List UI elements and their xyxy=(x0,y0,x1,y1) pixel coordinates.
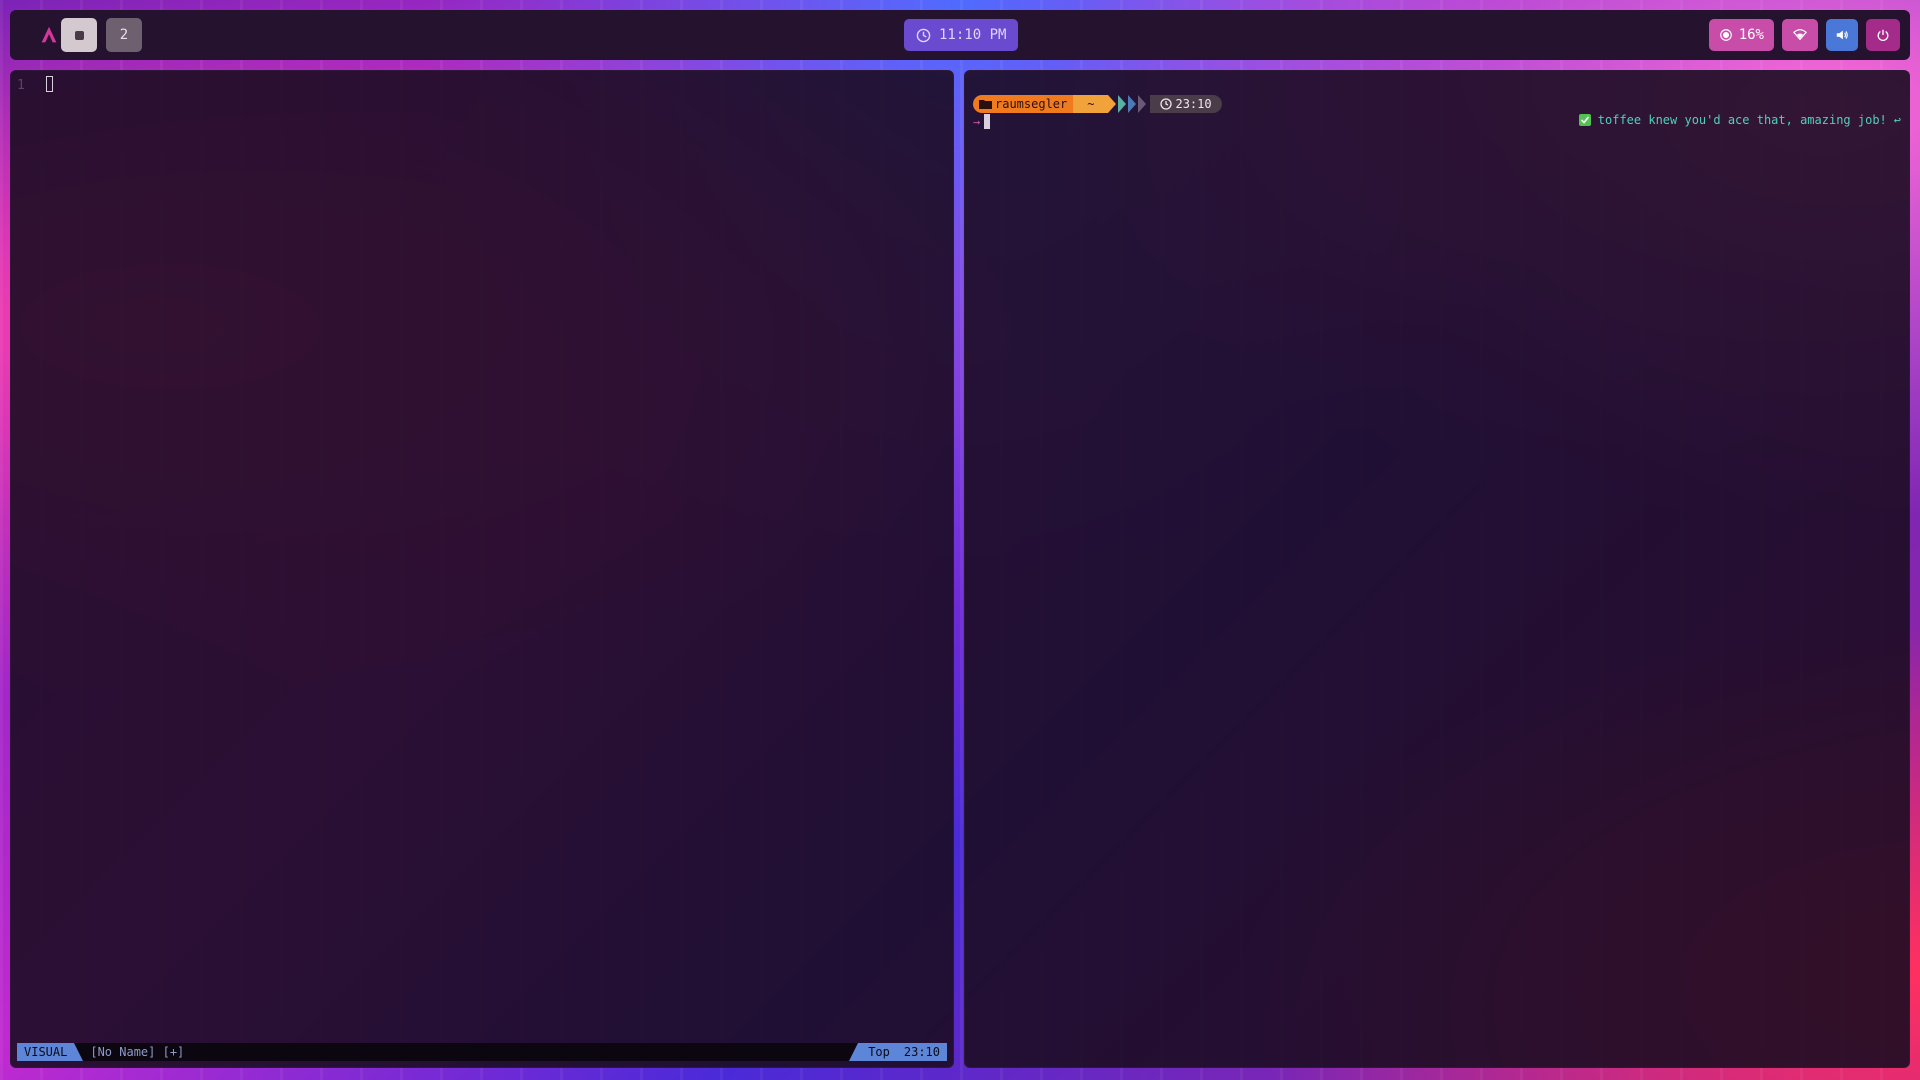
top-bar: 2 11:10 PM 16% xyxy=(10,10,1910,60)
clock-widget[interactable]: 11:10 PM xyxy=(904,19,1019,51)
prompt-path-segment: ~ xyxy=(1073,95,1117,113)
prompt-separator xyxy=(1128,95,1137,113)
prompt-arrow-icon: → xyxy=(973,114,981,129)
position-indicator: Top 23:10 xyxy=(849,1043,947,1061)
message-text: toffee knew you'd ace that, amazing job! xyxy=(1597,113,1887,127)
power-button[interactable] xyxy=(1866,19,1900,51)
editor-statusline: VISUAL [No Name] [+] Top 23:10 xyxy=(17,1043,947,1061)
shell-prompt: raumsegler ~ 23:10 xyxy=(973,95,1222,113)
command-line[interactable]: → xyxy=(973,114,991,129)
workspace-2-button[interactable]: 2 xyxy=(106,18,142,52)
clock-icon xyxy=(1160,98,1173,110)
editor-cursor xyxy=(46,76,53,92)
return-icon: ↩ xyxy=(1893,113,1901,127)
prompt-path: ~ xyxy=(1087,97,1095,111)
arch-logo-icon[interactable] xyxy=(38,24,60,46)
brightness-icon xyxy=(1719,29,1732,41)
active-workspace-icon xyxy=(74,30,84,40)
mode-indicator: VISUAL xyxy=(17,1043,84,1061)
clock-label: 11:10 PM xyxy=(939,27,1007,43)
check-icon xyxy=(1578,114,1591,126)
terminal-window[interactable]: raumsegler ~ 23:10 → toffee knew you'd a… xyxy=(964,70,1910,1068)
motivation-message: toffee knew you'd ace that, amazing job!… xyxy=(1578,113,1901,127)
workspace-1-button[interactable] xyxy=(61,18,97,52)
power-icon xyxy=(1877,29,1889,41)
prompt-user-segment: raumsegler xyxy=(973,95,1082,113)
prompt-user: raumsegler xyxy=(995,97,1068,111)
workspace-2-label: 2 xyxy=(119,27,129,43)
prompt-time-segment: 23:10 xyxy=(1150,95,1222,113)
volume-button[interactable] xyxy=(1826,19,1858,51)
terminal-cursor xyxy=(984,114,991,129)
scroll-position: Top xyxy=(868,1045,890,1059)
prompt-time: 23:10 xyxy=(1175,97,1212,111)
wifi-button[interactable] xyxy=(1782,19,1818,51)
folder-icon xyxy=(979,100,992,109)
brightness-widget[interactable]: 16% xyxy=(1708,19,1774,51)
line-number: 1 xyxy=(17,78,25,93)
prompt-separator xyxy=(1138,95,1147,113)
clock-icon xyxy=(916,28,931,42)
editor-window[interactable]: 1 VISUAL [No Name] [+] Top 23:10 xyxy=(10,70,954,1068)
prompt-separator xyxy=(1118,95,1127,113)
cursor-position: 23:10 xyxy=(903,1045,940,1059)
brightness-label: 16% xyxy=(1738,27,1764,43)
wifi-icon xyxy=(1793,29,1807,41)
volume-icon xyxy=(1836,30,1848,40)
file-name: [No Name] [+] xyxy=(90,1045,185,1059)
